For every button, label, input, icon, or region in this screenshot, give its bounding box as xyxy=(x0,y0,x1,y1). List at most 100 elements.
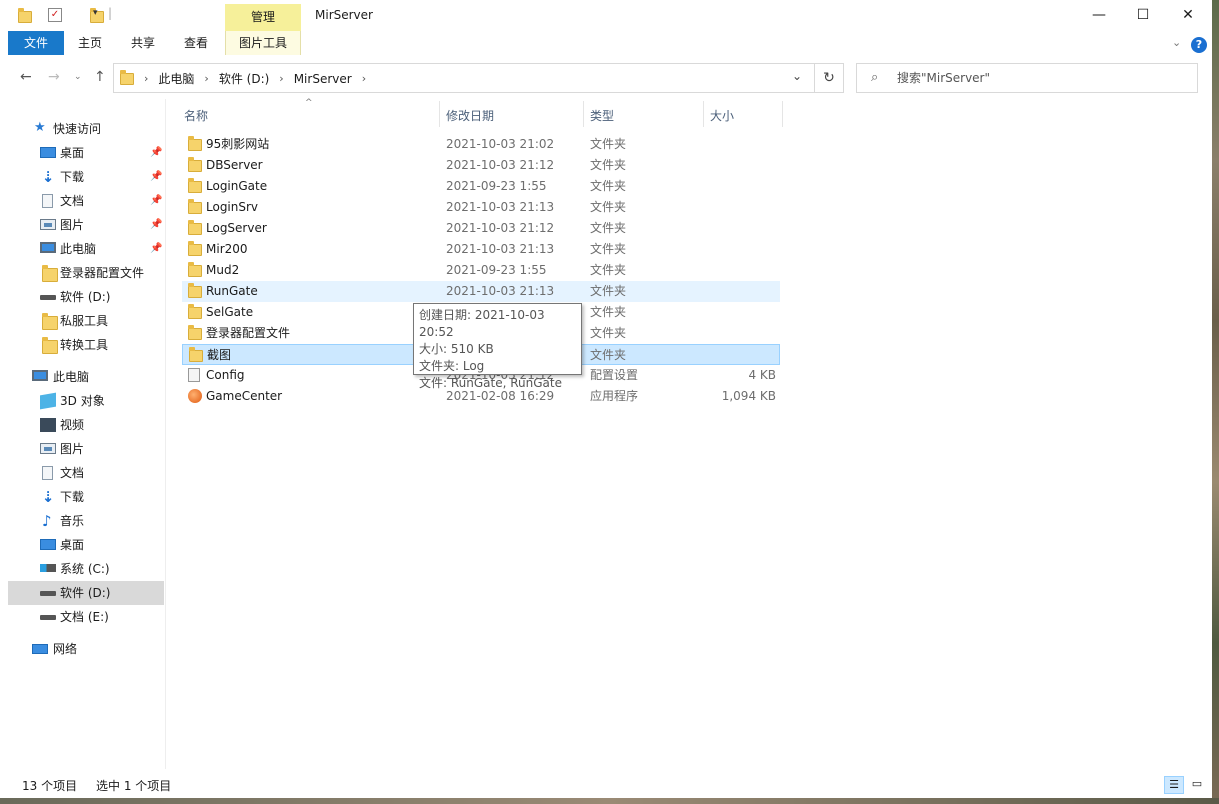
quick-access-dropdown-icon[interactable]: ▾ xyxy=(93,8,98,18)
tab-file[interactable]: 文件 xyxy=(8,31,64,55)
sidebar-item-3d-objects[interactable]: 3D 对象 xyxy=(8,389,164,413)
tab-view[interactable]: 查看 xyxy=(174,31,218,55)
folder-icon xyxy=(188,220,202,235)
pin-icon[interactable]: 📌 xyxy=(150,141,162,165)
column-resize-handle[interactable] xyxy=(782,101,783,127)
sidebar-item-label: 图片 xyxy=(60,218,85,232)
pin-icon[interactable]: 📌 xyxy=(150,189,162,213)
file-row[interactable]: LoginGate 2021-09-23 1:55 文件夹 xyxy=(182,176,780,197)
pin-icon[interactable]: 📌 xyxy=(150,213,162,237)
sidebar-item-pictures-pc[interactable]: 图片 xyxy=(8,437,164,461)
sidebar-item-convert-tools[interactable]: 转换工具 xyxy=(8,333,164,357)
sidebar-item-drive-d[interactable]: 软件 (D:) xyxy=(8,581,164,605)
computer-icon xyxy=(32,370,48,381)
breadcrumb-chevron-icon[interactable]: › xyxy=(204,72,208,85)
properties-check-icon[interactable]: ✓ xyxy=(48,8,62,22)
picture-icon xyxy=(40,443,56,454)
sidebar-item-downloads[interactable]: ⇣ 下载 📌 xyxy=(8,165,164,189)
file-type: 文件夹 xyxy=(590,348,627,362)
breadcrumb-this-pc[interactable]: 此电脑 xyxy=(158,70,194,87)
breadcrumb-chevron-icon[interactable]: › xyxy=(144,72,148,85)
column-header-date[interactable]: 修改日期 xyxy=(446,107,494,124)
file-row[interactable]: LoginSrv 2021-10-03 21:13 文件夹 xyxy=(182,197,780,218)
tab-picture-tools[interactable]: 图片工具 xyxy=(225,31,301,55)
sidebar-item-label: 文档 xyxy=(60,466,85,480)
folder-icon xyxy=(188,325,202,340)
expand-ribbon-icon[interactable]: ⌄ xyxy=(1172,36,1181,49)
column-resize-handle[interactable] xyxy=(703,101,704,127)
column-header-type[interactable]: 类型 xyxy=(590,107,614,124)
file-name: GameCenter xyxy=(206,389,283,403)
pin-icon[interactable]: 📌 xyxy=(150,237,162,261)
column-header-name[interactable]: 名称 xyxy=(184,107,208,124)
address-bar[interactable]: › 此电脑 › 软件 (D:) › MirServer › ⌄ xyxy=(113,63,815,93)
file-name: Mud2 xyxy=(206,263,240,277)
sidebar-item-private-tools[interactable]: 私服工具 xyxy=(8,309,164,333)
breadcrumb-drive-d[interactable]: 软件 (D:) xyxy=(219,70,269,87)
maximize-button[interactable]: ☐ xyxy=(1120,0,1166,31)
sidebar-item-pictures[interactable]: 图片 📌 xyxy=(8,213,164,237)
sort-ascending-icon: ^ xyxy=(305,98,313,108)
navigation-pane: ★ 快速访问 桌面 📌 ⇣ 下载 📌 文档 📌 图片 📌 此电脑 📌 登录器配置… xyxy=(0,99,166,769)
system-drive-icon xyxy=(40,564,56,572)
column-header-size[interactable]: 大小 xyxy=(710,107,734,124)
file-row[interactable]: Mud2 2021-09-23 1:55 文件夹 xyxy=(182,260,780,281)
tab-share[interactable]: 共享 xyxy=(121,31,165,55)
sidebar-item-this-pc-pinned[interactable]: 此电脑 📌 xyxy=(8,237,164,261)
sidebar-item-drive-e[interactable]: 文档 (E:) xyxy=(8,605,164,629)
file-name: 登录器配置文件 xyxy=(206,326,291,340)
minimize-button[interactable]: — xyxy=(1076,0,1122,31)
back-arrow-icon[interactable]: ← xyxy=(20,69,32,85)
sidebar-item-label: 桌面 xyxy=(60,538,85,552)
tooltip-line: 文件夹: Log xyxy=(419,359,485,373)
search-box[interactable]: ⌕ xyxy=(856,63,1198,93)
breadcrumb-mirserver[interactable]: MirServer xyxy=(294,72,352,86)
file-type: 文件夹 xyxy=(590,305,627,319)
tab-home[interactable]: 主页 xyxy=(68,31,112,55)
file-row[interactable]: RunGate 2021-10-03 21:13 文件夹 xyxy=(182,281,780,302)
search-input[interactable] xyxy=(897,69,1187,87)
column-resize-handle[interactable] xyxy=(583,101,584,127)
sidebar-item-music[interactable]: ♪ 音乐 xyxy=(8,509,164,533)
refresh-button[interactable]: ↻ xyxy=(815,63,844,93)
breadcrumb-chevron-icon[interactable]: › xyxy=(279,72,283,85)
sidebar-item-drive-d-quick[interactable]: 软件 (D:) xyxy=(8,285,164,309)
file-type: 文件夹 xyxy=(590,200,627,214)
sidebar-item-network[interactable]: 网络 xyxy=(8,637,164,661)
details-view-icon[interactable]: ☰ xyxy=(1164,776,1184,794)
file-date: 2021-10-03 21:13 xyxy=(446,242,555,256)
manage-tab[interactable]: 管理 xyxy=(225,4,301,31)
breadcrumb-chevron-icon[interactable]: › xyxy=(362,72,366,85)
sidebar-item-quick-access[interactable]: ★ 快速访问 xyxy=(8,117,164,141)
computer-icon xyxy=(40,242,56,253)
desktop-background xyxy=(1212,0,1219,804)
close-button[interactable]: ✕ xyxy=(1165,0,1211,31)
column-resize-handle[interactable] xyxy=(439,101,440,127)
forward-arrow-icon[interactable]: → xyxy=(48,69,60,85)
sidebar-item-label: 私服工具 xyxy=(60,314,109,328)
sidebar-item-videos[interactable]: 视频 xyxy=(8,413,164,437)
desktop-icon xyxy=(40,147,56,158)
sidebar-item-documents-pc[interactable]: 文档 xyxy=(8,461,164,485)
sidebar-item-desktop-pc[interactable]: 桌面 xyxy=(8,533,164,557)
sidebar-item-drive-c[interactable]: 系统 (C:) xyxy=(8,557,164,581)
sidebar-item-this-pc[interactable]: 此电脑 xyxy=(8,365,164,389)
sidebar-item-documents[interactable]: 文档 📌 xyxy=(8,189,164,213)
file-row[interactable]: 95刺影网站 2021-10-03 21:02 文件夹 xyxy=(182,134,780,155)
sidebar-item-login-config[interactable]: 登录器配置文件 xyxy=(8,261,164,285)
file-row[interactable]: LogServer 2021-10-03 21:12 文件夹 xyxy=(182,218,780,239)
file-row[interactable]: DBServer 2021-10-03 21:12 文件夹 xyxy=(182,155,780,176)
help-icon[interactable]: ? xyxy=(1191,37,1207,53)
sidebar-item-label: 转换工具 xyxy=(60,338,109,352)
sidebar-item-desktop[interactable]: 桌面 📌 xyxy=(8,141,164,165)
folder-icon xyxy=(42,313,58,330)
large-icons-view-icon[interactable]: ▭ xyxy=(1187,776,1207,794)
up-arrow-icon[interactable]: ↑ xyxy=(94,69,106,85)
file-row[interactable]: Mir200 2021-10-03 21:13 文件夹 xyxy=(182,239,780,260)
pin-icon[interactable]: 📌 xyxy=(150,165,162,189)
sidebar-item-downloads-pc[interactable]: ⇣ 下载 xyxy=(8,485,164,509)
document-icon xyxy=(42,466,53,480)
address-dropdown-icon[interactable]: ⌄ xyxy=(792,69,802,83)
3d-objects-icon xyxy=(40,392,56,410)
recent-locations-icon[interactable]: ⌄ xyxy=(74,72,82,82)
